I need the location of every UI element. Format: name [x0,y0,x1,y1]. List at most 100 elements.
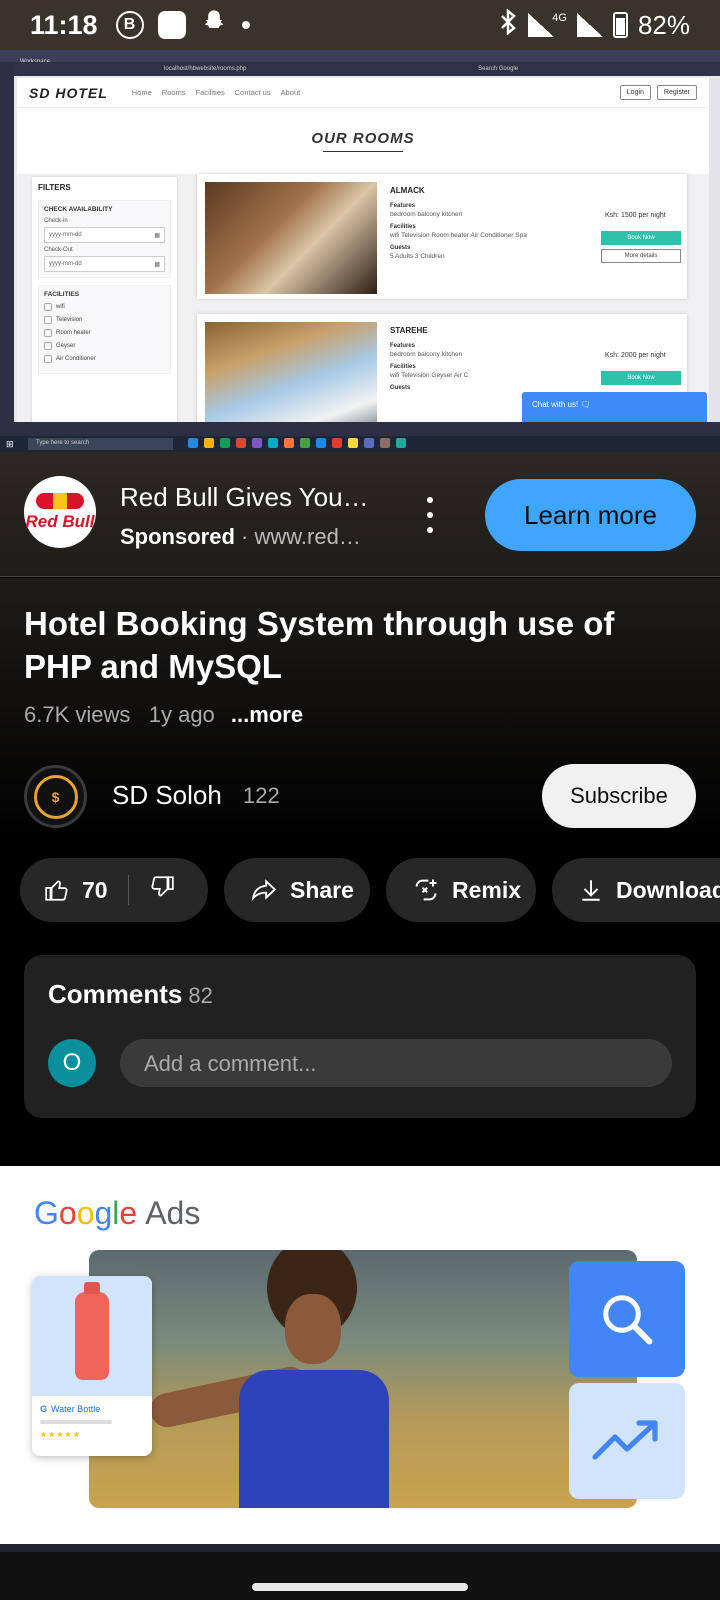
ad-title[interactable]: Red Bull Gives You… [120,482,369,513]
remix-button[interactable]: Remix [386,858,536,922]
room-features: bedroom balcony kitchen [390,351,463,358]
status-bar: 11:18 B 4G 82% [0,0,720,50]
ads-wordmark: Ads [145,1195,201,1231]
runner-photo [89,1250,637,1508]
app-icon [300,438,310,448]
site-navbar: SD HOTEL Home Rooms Facilities Contact u… [17,78,709,108]
advertiser-logo[interactable]: Red Bull [24,476,96,548]
search-icon [603,1295,653,1345]
red-bull-logo-icon [36,492,84,509]
channel-name[interactable]: SD Soloh [112,780,222,811]
hotel-website: SD HOTEL Home Rooms Facilities Contact u… [17,78,709,439]
clock: 11:18 [30,9,98,40]
room-image [205,322,377,434]
search-tile [569,1261,685,1377]
comments-section[interactable]: Comments 82 O Add a comment... [24,955,696,1118]
view-count: 6.7K views [24,702,131,727]
browser-url: localhost/hbwebsite/rooms.php [164,66,247,72]
b-notification-icon: B [115,11,144,39]
share-button[interactable]: Share [224,858,370,922]
availability-box: CHECK AVAILABILITY Check-in yyyy-mm-dd ▦ … [38,200,171,278]
comments-title: Comments [48,979,183,1009]
product-card: G Water Bottle ★★★★★ [32,1276,152,1456]
app-icon [188,438,198,448]
download-button[interactable]: Download [552,858,720,922]
trend-tile [569,1383,685,1499]
site-nav-about: About [280,88,301,97]
bluetooth-icon [498,7,518,42]
room-image [205,182,377,294]
ad-more-options-icon[interactable] [420,497,440,533]
facilities-box: FACILITIES wifi Television Room heater G… [38,285,171,374]
site-login-button: Login [619,85,651,100]
video-player[interactable]: Workspace localhost/hbwebsite/rooms.php … [0,50,720,452]
rating-stars: ★★★★★ [40,1430,81,1439]
ad-url: · www.red… [241,524,361,549]
site-nav-facilities: Facilities [195,88,225,97]
site-register-button: Register [656,85,697,100]
battery-icon [612,12,628,38]
download-icon [578,876,604,904]
description-more-link[interactable]: ...more [231,702,303,727]
room-name: ALMACK [390,186,425,195]
room-guests: 5 Adults 3 Children [390,253,445,260]
thumbs-up-icon[interactable] [44,877,70,903]
more-notifications-dot [241,21,250,29]
thumbs-down-icon[interactable] [149,874,175,906]
room-features-label: Features [390,343,416,349]
filters-panel: FILTERS CHECK AVAILABILITY Check-in yyyy… [32,177,177,427]
app-icon [220,438,230,448]
water-bottle-image [75,1282,109,1380]
browser-address-bar: localhost/hbwebsite/rooms.php Search Goo… [14,62,720,76]
like-count[interactable]: 70 [82,877,108,904]
share-label: Share [290,876,354,903]
browser-sidebar [0,62,14,436]
user-avatar[interactable]: O [48,1039,96,1087]
video-title[interactable]: Hotel Booking System through use of PHP … [24,602,684,688]
room-price: Ksh: 1500 per night [605,212,666,219]
app-icon [268,438,278,448]
site-nav-home: Home [131,88,152,97]
placeholder-bar [40,1420,112,1424]
site-nav-rooms: Rooms [161,88,186,97]
app-icon [364,438,374,448]
product-name: Water Bottle [51,1404,101,1414]
taskbar-apps [188,438,406,448]
room-guests-label: Guests [390,245,411,251]
facility-checkbox: wifi [44,303,165,311]
app-icon [332,438,342,448]
room-name: STAREHE [390,326,428,335]
channel-logo-icon: $ [33,774,78,819]
site-nav-contact: Contact us [234,88,271,97]
room-facilities: wifi Television Room heater Air Conditio… [390,232,527,239]
chat-widget: Chat with us! 🗨 [522,392,707,422]
book-now-button: Book Now [601,231,681,245]
action-bar: 70 Share Remix Download [20,858,720,922]
snapchat-icon [200,8,228,43]
battery-percent: 82% [637,9,690,40]
channel-avatar[interactable]: $ [24,765,87,828]
room-guests-label: Guests [390,385,411,391]
app-icon [396,438,406,448]
subscribe-button[interactable]: Subscribe [542,764,696,828]
calendar-icon: ▦ [154,262,160,268]
video-meta[interactable]: 6.7K views 1y ago ...more [24,702,303,728]
browser-tab-bar: Workspace [0,50,720,65]
facility-checkbox: Air Conditioner [44,355,165,363]
room-card: ALMACK Features bedroom balcony kitchen … [197,174,687,299]
checkout-field: yyyy-mm-dd ▦ [44,256,165,272]
home-gesture-bar[interactable] [252,1583,468,1591]
availability-title: CHECK AVAILABILITY [44,206,113,213]
app-icon [204,438,214,448]
site-body: FILTERS CHECK AVAILABILITY Check-in yyyy… [17,174,709,439]
logo-text: Red Bull [25,511,95,531]
comments-header: Comments 82 [48,979,213,1010]
learn-more-button[interactable]: Learn more [485,479,696,551]
taskbar-search: Type here to search [28,438,173,450]
filters-title: FILTERS [38,183,71,192]
sponsored-label: Sponsored [120,524,235,549]
heading-underline [323,151,403,152]
divider [127,875,129,905]
add-comment-input[interactable]: Add a comment... [120,1039,672,1087]
app-icon [316,438,326,448]
